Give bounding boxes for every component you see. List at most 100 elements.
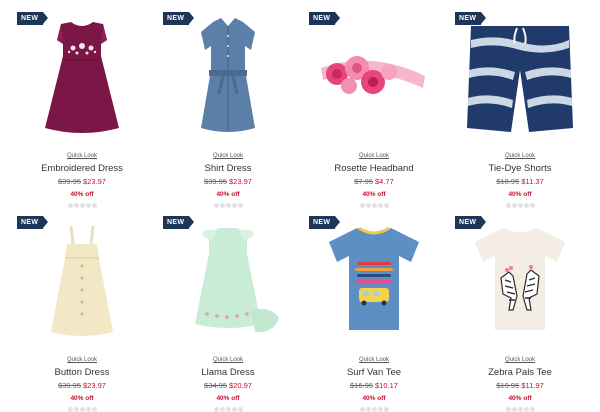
star-icon xyxy=(511,407,517,412)
sale-price: $4.77 xyxy=(375,177,394,186)
star-icon xyxy=(529,407,535,412)
quick-look-link[interactable]: Quick Look xyxy=(447,356,593,364)
product-grid: NEW Quick Look Embroidered Dress $39.95 $… xyxy=(0,0,600,412)
product-name-link[interactable]: Button Dress xyxy=(9,367,155,378)
star-icon xyxy=(377,407,383,412)
star-icon xyxy=(219,407,225,412)
product-name-link[interactable]: Tie-Dye Shorts xyxy=(447,163,593,174)
product-tile[interactable]: NEW Quick Look Button Dress $39.95 $23.97… xyxy=(9,204,155,412)
product-tile[interactable]: NEW Quick Look Rosette Headband $7.95 $4.… xyxy=(301,0,447,208)
discount-label: 40% off xyxy=(508,395,532,402)
surf-van-tee-image[interactable] xyxy=(301,214,447,350)
quick-look-link[interactable]: Quick Look xyxy=(155,152,301,160)
original-price: $19.95 xyxy=(496,381,520,390)
product-name-link[interactable]: Rosette Headband xyxy=(301,163,447,174)
new-badge: NEW xyxy=(17,216,49,229)
product-info: Quick Look Button Dress $39.95 $23.97 40%… xyxy=(9,356,155,412)
tie-dye-shorts-image[interactable] xyxy=(447,10,593,146)
quick-look-link[interactable]: Quick Look xyxy=(447,152,593,160)
new-badge: NEW xyxy=(17,12,49,25)
price-row: $19.95 $11.97 xyxy=(447,381,593,390)
new-badge: NEW xyxy=(309,216,341,229)
original-price: $16.95 xyxy=(350,381,373,390)
embroidered-dress-image[interactable] xyxy=(9,10,155,146)
star-icon xyxy=(237,407,243,412)
product-name-link[interactable]: Embroidered Dress xyxy=(9,163,155,174)
product-info: Quick Look Rosette Headband $7.95 $4.77 4… xyxy=(301,152,447,208)
product-info: Quick Look Zebra Pals Tee $19.95 $11.97 4… xyxy=(447,356,593,412)
price-row: $39.95 $23.97 xyxy=(155,177,301,186)
new-badge: NEW xyxy=(455,216,487,229)
star-icon xyxy=(231,407,237,412)
original-price: $39.95 xyxy=(58,177,81,186)
original-price: $34.95 xyxy=(204,381,227,390)
new-badge: NEW xyxy=(455,12,487,25)
product-tile[interactable]: NEW Quick Look Embroidered Dress $39.95 $… xyxy=(9,0,155,208)
sale-price: $23.97 xyxy=(83,177,106,186)
original-price: $7.95 xyxy=(354,177,373,186)
original-price: $18.95 xyxy=(496,177,520,186)
star-icon xyxy=(79,407,85,412)
discount-label: 40% off xyxy=(70,395,94,402)
star-icon xyxy=(383,407,389,412)
sale-price: $10.17 xyxy=(375,381,398,390)
star-icon xyxy=(67,407,73,412)
discount-label: 40% off xyxy=(70,191,94,198)
product-tile[interactable]: NEW Quick Look Surf Van Tee $16.95 $10.17… xyxy=(301,204,447,412)
sale-price: $23.97 xyxy=(229,177,252,186)
product-name-link[interactable]: Shirt Dress xyxy=(155,163,301,174)
shirt-dress-image[interactable] xyxy=(155,10,301,146)
discount-label: 40% off xyxy=(508,191,532,198)
product-info: Quick Look Shirt Dress $39.95 $23.97 40% … xyxy=(155,152,301,208)
discount-label: 40% off xyxy=(362,395,386,402)
new-badge: NEW xyxy=(163,216,195,229)
quick-look-link[interactable]: Quick Look xyxy=(9,356,155,364)
product-name-link[interactable]: Zebra Pals Tee xyxy=(447,367,593,378)
star-icon xyxy=(225,407,231,412)
quick-look-link[interactable]: Quick Look xyxy=(155,356,301,364)
price-row: $16.95 $10.17 xyxy=(301,381,447,390)
quick-look-link[interactable]: Quick Look xyxy=(301,356,447,364)
sale-price: $23.97 xyxy=(83,381,106,390)
new-badge: NEW xyxy=(163,12,195,25)
star-icon xyxy=(359,407,365,412)
product-info: Quick Look Surf Van Tee $16.95 $10.17 40%… xyxy=(301,356,447,412)
product-name-link[interactable]: Surf Van Tee xyxy=(301,367,447,378)
product-tile[interactable]: NEW Quick Look Llama Dress $34.95 $20.97 … xyxy=(155,204,301,412)
product-info: Quick Look Llama Dress $34.95 $20.97 40% … xyxy=(155,356,301,412)
star-icon xyxy=(213,407,219,412)
product-tile[interactable]: NEW Quick Look Tie-Dye Shorts $18.95 $11.… xyxy=(447,0,593,208)
star-icon xyxy=(91,407,97,412)
discount-label: 40% off xyxy=(216,395,240,402)
sale-price: $11.97 xyxy=(521,381,544,390)
product-name-link[interactable]: Llama Dress xyxy=(155,367,301,378)
price-row: $34.95 $20.97 xyxy=(155,381,301,390)
original-price: $39.95 xyxy=(204,177,227,186)
star-rating xyxy=(301,407,447,412)
rosette-headband-image[interactable] xyxy=(301,10,447,146)
sale-price: $11.37 xyxy=(521,177,544,186)
discount-label: 40% off xyxy=(216,191,240,198)
star-icon xyxy=(517,407,523,412)
price-row: $39.95 $23.97 xyxy=(9,177,155,186)
product-tile[interactable]: NEW Quick Look Shirt Dress $39.95 $23.97 … xyxy=(155,0,301,208)
star-icon xyxy=(371,407,377,412)
price-row: $7.95 $4.77 xyxy=(301,177,447,186)
quick-look-link[interactable]: Quick Look xyxy=(301,152,447,160)
price-row: $39.95 $23.97 xyxy=(9,381,155,390)
discount-label: 40% off xyxy=(362,191,386,198)
llama-dress-image[interactable] xyxy=(155,214,301,350)
star-icon xyxy=(85,407,91,412)
original-price: $39.95 xyxy=(58,381,81,390)
quick-look-link[interactable]: Quick Look xyxy=(9,152,155,160)
star-icon xyxy=(505,407,511,412)
product-info: Quick Look Embroidered Dress $39.95 $23.9… xyxy=(9,152,155,208)
button-dress-image[interactable] xyxy=(9,214,155,350)
star-icon xyxy=(365,407,371,412)
new-badge: NEW xyxy=(309,12,341,25)
product-info: Quick Look Tie-Dye Shorts $18.95 $11.37 4… xyxy=(447,152,593,208)
star-icon xyxy=(523,407,529,412)
zebra-pals-tee-image[interactable] xyxy=(447,214,593,350)
product-tile[interactable]: NEW Quick Look Zebra Pals Tee $19.95 $11.… xyxy=(447,204,593,412)
star-rating xyxy=(447,407,593,412)
